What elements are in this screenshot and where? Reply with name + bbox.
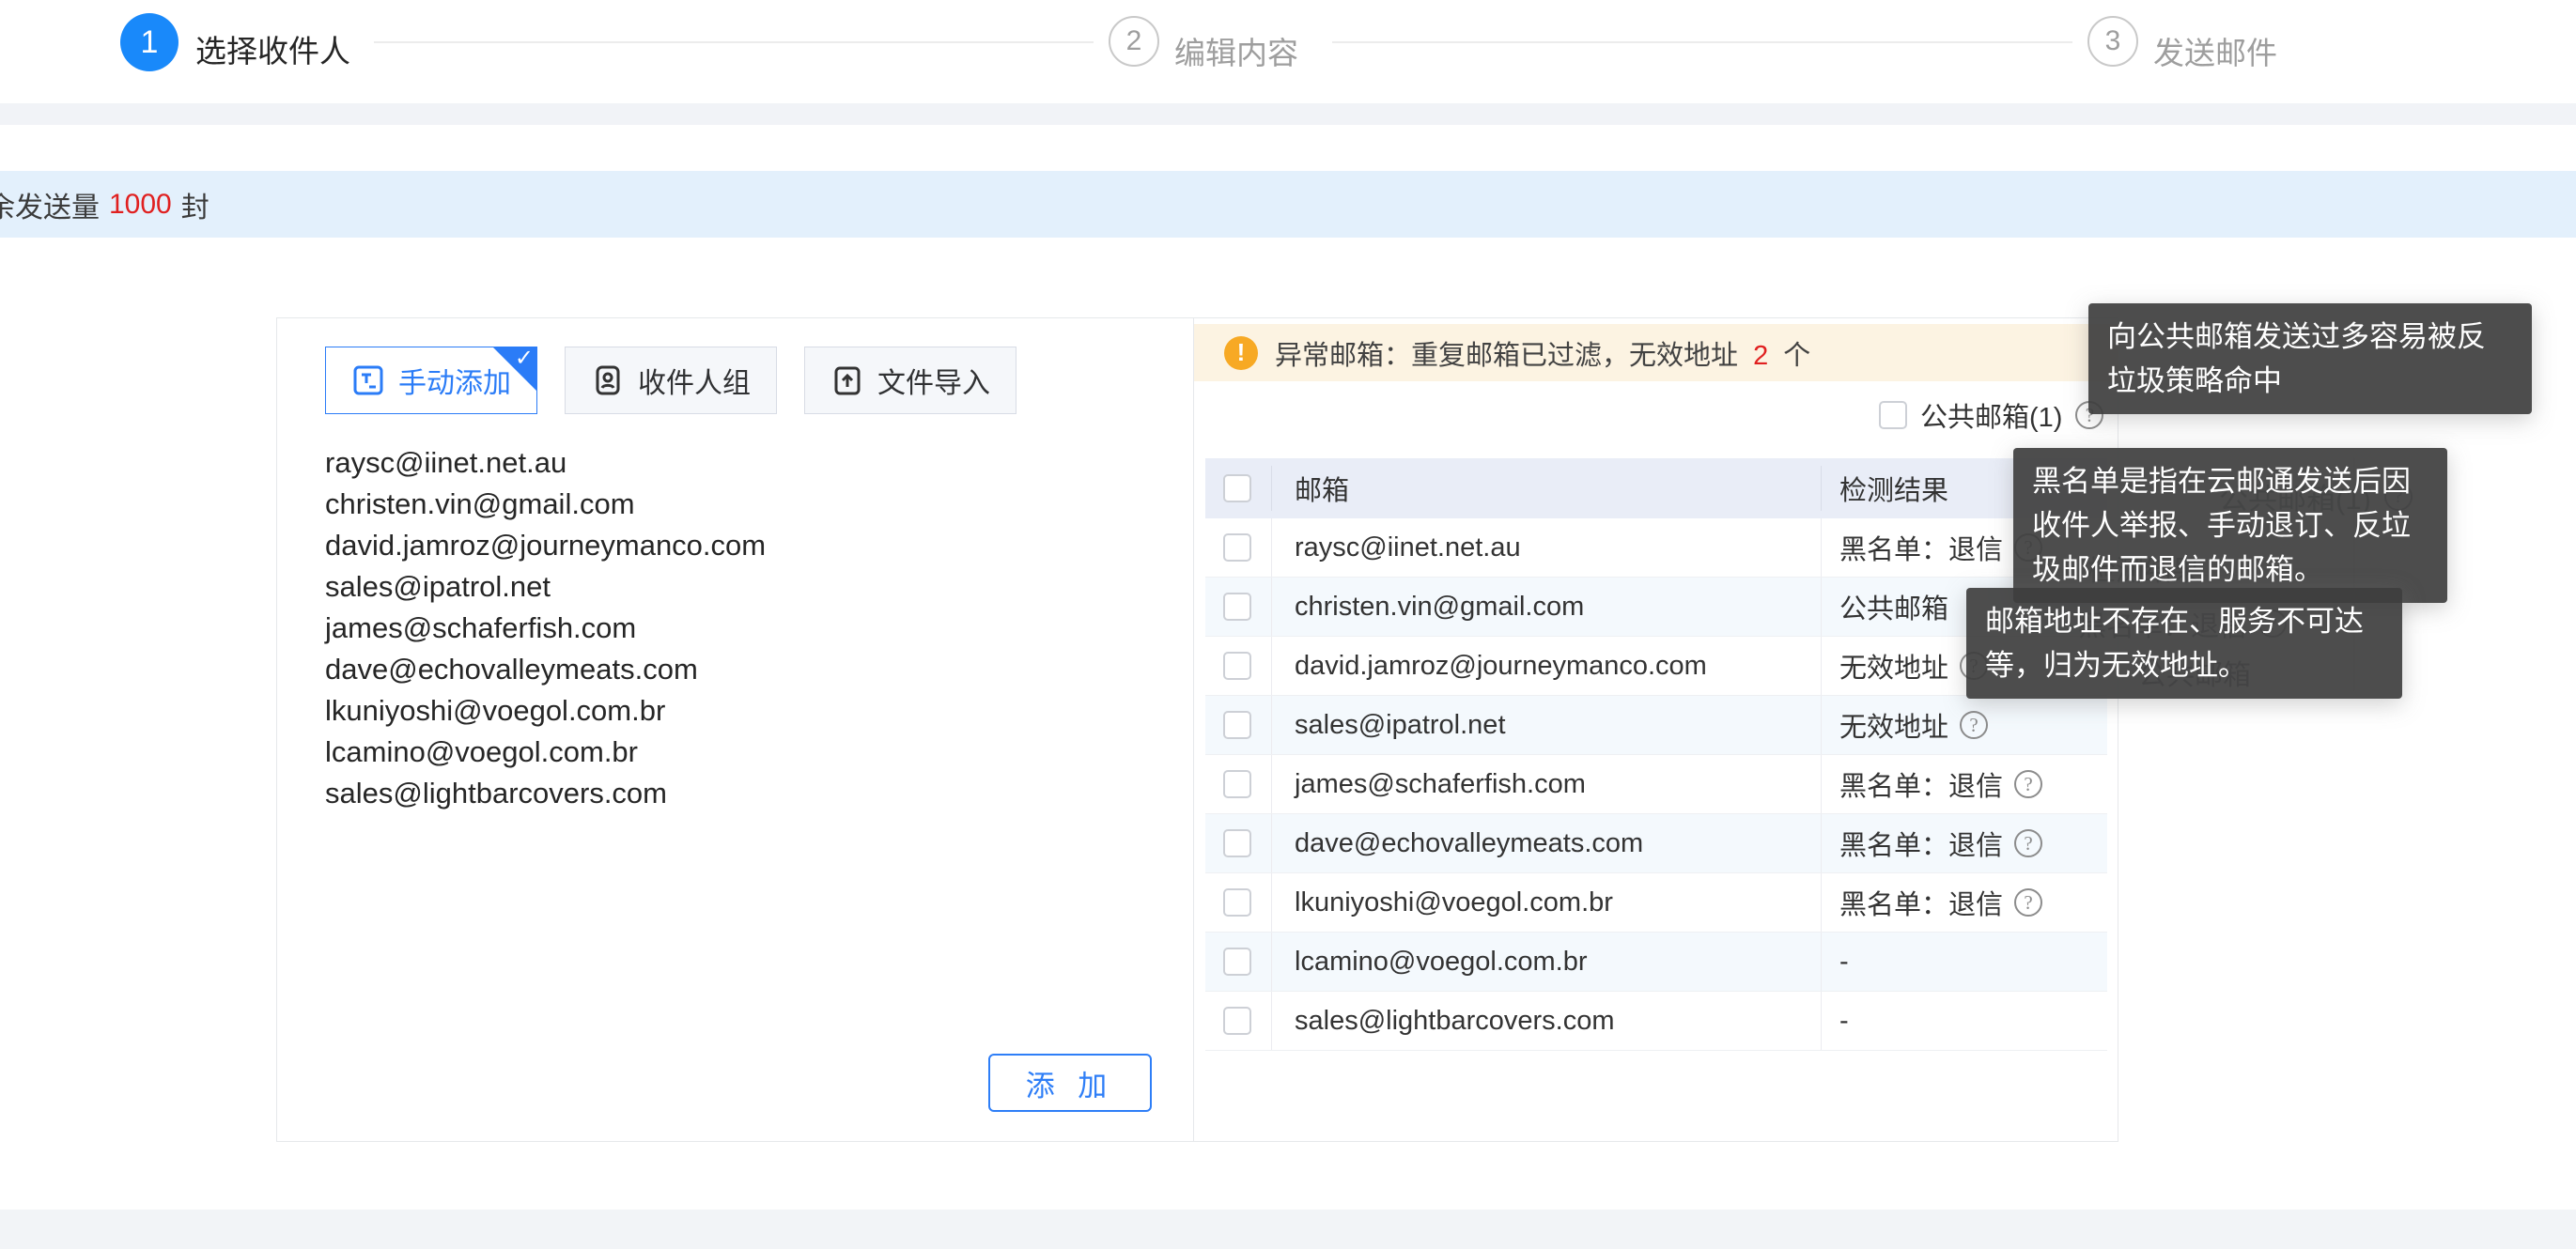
step-3-indicator[interactable]: 3 [2087, 16, 2138, 67]
email-line: dave@echovalleymeats.com [325, 649, 1152, 690]
abnormal-mailbox-warning: ! 异常邮箱：重复邮箱已过滤，无效地址 2 个 [1194, 324, 2118, 381]
row-checkbox[interactable] [1223, 829, 1251, 857]
row-checkbox[interactable] [1223, 888, 1251, 917]
row-email: christen.vin@gmail.com [1295, 592, 1584, 623]
step-3-label: 发送邮件 [2153, 28, 2277, 73]
table-row: james@schaferfish.com 黑名单：退信? [1205, 755, 2107, 814]
quota-prefix: 余发送量 [0, 184, 100, 225]
panel-divider [1193, 318, 1194, 1141]
status-help-icon[interactable]: ? [2014, 770, 2042, 798]
row-checkbox[interactable] [1223, 1007, 1251, 1035]
tab-recipient-group[interactable]: 收件人组 [565, 347, 777, 414]
row-checkbox[interactable] [1223, 711, 1251, 739]
tab-file-import-label: 文件导入 [877, 360, 990, 401]
row-checkbox[interactable] [1223, 770, 1251, 798]
table-row: lcamino@voegol.com.br - [1205, 933, 2107, 992]
row-checkbox[interactable] [1223, 948, 1251, 976]
step-connector-1 [374, 41, 1094, 43]
row-checkbox[interactable] [1223, 652, 1251, 680]
page: 1 选择收件人 2 编辑内容 3 发送邮件 余发送量 1000 封 手动添加 ✓ [0, 0, 2576, 1249]
tab-file-import[interactable]: 文件导入 [804, 347, 1016, 414]
quota-banner: 余发送量 1000 封 [0, 171, 2576, 238]
email-line: david.jamroz@journeymanco.com [325, 525, 1152, 566]
add-button[interactable]: 添 加 [988, 1054, 1152, 1112]
row-email: lkuniyoshi@voegol.com.br [1295, 887, 1613, 918]
table-row: dave@echovalleymeats.com 黑名单：退信? [1205, 814, 2107, 873]
row-email: sales@lightbarcovers.com [1295, 1006, 1615, 1037]
recipient-group-icon [591, 363, 625, 397]
row-checkbox[interactable] [1223, 533, 1251, 562]
select-all-checkbox[interactable] [1223, 474, 1251, 502]
step-1-indicator[interactable]: 1 [120, 13, 178, 71]
tab-recipient-group-label: 收件人组 [638, 360, 751, 401]
quota-unit: 封 [181, 184, 209, 225]
bottom-separator-band [0, 1210, 2576, 1249]
manual-add-icon [351, 363, 385, 397]
email-line: james@schaferfish.com [325, 608, 1152, 649]
quota-count: 1000 [109, 189, 172, 221]
email-line: raysc@iinet.net.au [325, 442, 1152, 484]
tooltip-blacklist: 黑名单是指在云邮通发送后因收件人举报、手动退订、反垃圾邮件而退信的邮箱。 [2013, 448, 2447, 603]
step-2-label: 编辑内容 [1174, 28, 1298, 73]
public-mailbox-label: 公共邮箱(1) [1920, 395, 2062, 435]
email-input-area[interactable]: raysc@iinet.net.au christen.vin@gmail.co… [325, 442, 1152, 814]
table-row: raysc@iinet.net.au 黑名单：退信? [1205, 518, 2107, 578]
check-result-table: 邮箱 检测结果 raysc@iinet.net.au 黑名单：退信? chris… [1205, 458, 2107, 1051]
step-2-indicator[interactable]: 2 [1109, 16, 1159, 67]
row-status: 黑名单：退信 [1839, 528, 2003, 567]
email-line: lkuniyoshi@voegol.com.br [325, 690, 1152, 732]
table-header: 邮箱 检测结果 [1205, 458, 2107, 518]
step-wizard: 1 选择收件人 2 编辑内容 3 发送邮件 [0, 0, 2576, 94]
table-row: sales@ipatrol.net 无效地址? [1205, 696, 2107, 755]
step-3-number: 3 [2105, 25, 2121, 57]
status-help-icon[interactable]: ? [1960, 711, 1988, 739]
column-header-email: 邮箱 [1295, 469, 1349, 508]
file-import-icon [830, 363, 864, 397]
public-mailbox-filter: 公共邮箱(1) ? [1879, 397, 2103, 433]
row-status: 黑名单：退信 [1839, 764, 2003, 804]
warning-suffix: 个 [1783, 341, 1810, 371]
column-header-status: 检测结果 [1839, 469, 1948, 508]
row-email: sales@ipatrol.net [1295, 710, 1506, 741]
row-email: dave@echovalleymeats.com [1295, 828, 1643, 859]
table-row: sales@lightbarcovers.com - [1205, 992, 2107, 1051]
row-checkbox[interactable] [1223, 593, 1251, 621]
row-email: raysc@iinet.net.au [1295, 532, 1521, 563]
warning-text: 异常邮箱：重复邮箱已过滤，无效地址 [1275, 341, 1738, 371]
row-email: james@schaferfish.com [1295, 769, 1586, 800]
check-icon: ✓ [515, 347, 534, 370]
row-status: - [1839, 947, 1849, 978]
tooltip-invalid-address: 邮箱地址不存在、服务不可达等，归为无效地址。 [1966, 588, 2402, 699]
tooltip-public-mailbox: 向公共邮箱发送过多容易被反垃圾策略命中 [2088, 303, 2532, 414]
status-help-icon[interactable]: ? [2014, 829, 2042, 857]
step-1-label: 选择收件人 [195, 26, 350, 71]
warning-icon: ! [1224, 336, 1258, 370]
email-line: christen.vin@gmail.com [325, 484, 1152, 525]
row-status: - [1839, 1006, 1849, 1037]
warning-count: 2 [1753, 341, 1768, 371]
row-status: 无效地址 [1839, 646, 1948, 686]
email-line: sales@ipatrol.net [325, 566, 1152, 608]
row-status: 无效地址 [1839, 705, 1948, 745]
row-status: 公共邮箱 [1839, 587, 1948, 626]
row-email: lcamino@voegol.com.br [1295, 947, 1588, 978]
email-line: sales@lightbarcovers.com [325, 773, 1152, 814]
status-help-icon[interactable]: ? [2014, 888, 2042, 917]
row-email: david.jamroz@journeymanco.com [1295, 651, 1707, 682]
top-separator-band [0, 103, 2576, 125]
row-status: 黑名单：退信 [1839, 883, 2003, 922]
tab-manual-add[interactable]: 手动添加 ✓ [325, 347, 537, 414]
step-1-number: 1 [141, 24, 159, 61]
table-row: lkuniyoshi@voegol.com.br 黑名单：退信? [1205, 873, 2107, 933]
recipient-panel: 手动添加 ✓ 收件人组 文件导入 raysc@iinet.net.au chri… [276, 317, 2118, 1142]
step-connector-2 [1332, 41, 2072, 43]
row-status: 黑名单：退信 [1839, 824, 2003, 863]
step-2-number: 2 [1126, 25, 1142, 57]
public-mailbox-checkbox[interactable] [1879, 401, 1907, 429]
email-line: lcamino@voegol.com.br [325, 732, 1152, 773]
